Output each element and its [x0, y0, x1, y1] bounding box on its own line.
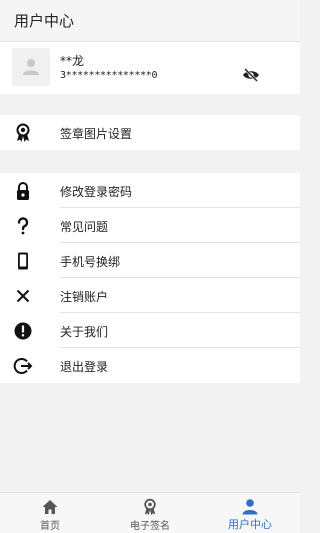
menu-section-main: 修改登录密码 常见问题 手机号换绑 注销账户 关于我们 退出登录 [0, 173, 300, 383]
close-icon [16, 289, 30, 303]
tab-user-center[interactable]: 用户中心 [200, 493, 300, 533]
tab-label: 用户中心 [228, 518, 272, 531]
profile-card[interactable]: **龙 3***************0 [0, 42, 300, 94]
bottom-tab-bar: 首页 电子签名 用户中心 [0, 492, 300, 533]
home-icon [42, 500, 58, 514]
menu-item-label: 常见问题 [60, 220, 109, 234]
question-icon [17, 217, 29, 235]
menu-item-faq[interactable]: 常见问题 [0, 208, 300, 243]
menu-item-seal-settings[interactable]: 签章图片设置 [0, 115, 300, 150]
menu-item-change-phone[interactable]: 手机号换绑 [0, 243, 300, 278]
info-exclamation-icon [14, 322, 32, 340]
masked-phone: 3***************0 [60, 70, 158, 81]
tab-e-signature[interactable]: 电子签名 [100, 493, 200, 533]
menu-item-label: 退出登录 [60, 360, 109, 374]
user-placeholder-icon [23, 59, 39, 75]
avatar[interactable] [12, 48, 50, 86]
menu-item-label: 关于我们 [60, 325, 109, 339]
menu-item-label: 注销账户 [60, 290, 109, 304]
tab-label: 电子签名 [130, 521, 170, 532]
phone-icon [18, 252, 28, 270]
menu-section-seal: 签章图片设置 [0, 115, 300, 150]
app-header: 用户中心 [0, 0, 300, 42]
seal-ribbon-icon [144, 498, 156, 516]
menu-item-label: 签章图片设置 [60, 127, 133, 141]
page-title: 用户中心 [14, 12, 75, 30]
logout-icon [13, 358, 33, 374]
lock-icon [17, 182, 29, 200]
menu-item-logout[interactable]: 退出登录 [0, 348, 300, 383]
menu-item-label: 修改登录密码 [60, 185, 133, 199]
menu-item-label: 手机号换绑 [60, 255, 121, 269]
user-icon [242, 499, 258, 515]
tab-home[interactable]: 首页 [0, 493, 100, 533]
tab-label: 首页 [40, 521, 60, 532]
eye-hidden-icon[interactable] [242, 68, 260, 82]
menu-item-change-password[interactable]: 修改登录密码 [0, 173, 300, 208]
menu-item-about[interactable]: 关于我们 [0, 313, 300, 348]
user-name: **龙 [60, 54, 85, 68]
seal-ribbon-icon [16, 123, 30, 142]
menu-item-delete-account[interactable]: 注销账户 [0, 278, 300, 313]
